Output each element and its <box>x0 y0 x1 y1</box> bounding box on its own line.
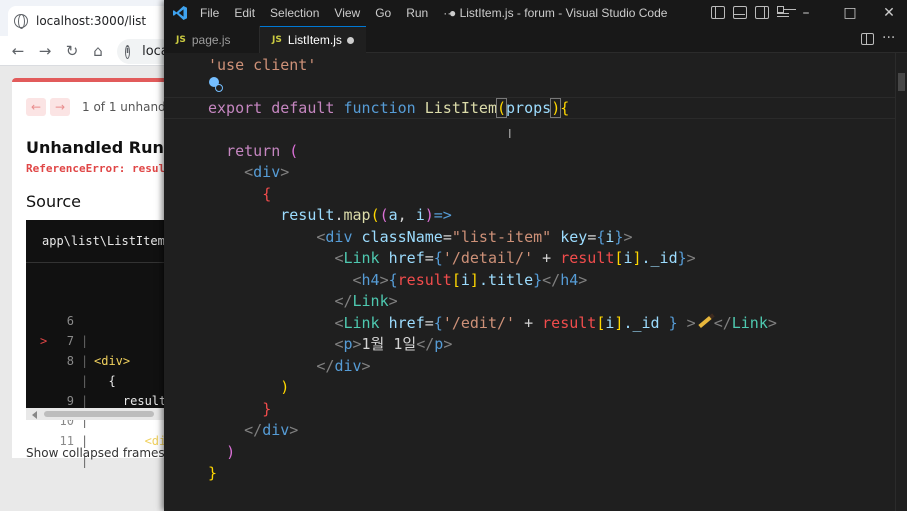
code-line: <h4>{result[i].title}</h4> <box>352 271 588 289</box>
pencil-emoji-icon <box>698 315 712 329</box>
menu-go[interactable]: Go <box>375 6 391 20</box>
toggle-panel-icon[interactable] <box>733 6 747 19</box>
code-line: <p>1월 1일</p> <box>334 335 453 353</box>
error-overlay: ← → 1 of 1 unhandled error Unhandled Run… <box>12 78 170 468</box>
browser-toolbar: ← → ↻ ⌂ i localhost:3000/list <box>0 36 170 66</box>
code-line: <Link href={'/edit/' + result[i]._id } >… <box>334 314 777 332</box>
text-cursor-icon: I <box>508 127 512 141</box>
code-line: <div className="list-item" key={i}> <box>316 228 633 246</box>
home-icon[interactable]: ⌂ <box>89 42 107 60</box>
more-actions-icon[interactable]: ··· <box>882 30 895 46</box>
layout-controls <box>711 6 791 19</box>
source-file-path[interactable]: app\list\ListItem.js (8:7) @ result <box>42 234 170 248</box>
show-collapsed-frames-button[interactable]: Show collapsed frames <box>26 446 165 460</box>
js-file-icon: JS <box>176 34 186 45</box>
code-line: </Link> <box>334 292 398 310</box>
maximize-icon[interactable]: □ <box>840 3 860 23</box>
code-editor[interactable]: I 'use client' export default function L… <box>164 53 907 511</box>
unsaved-dot-icon[interactable] <box>347 37 354 44</box>
menu-edit[interactable]: Edit <box>234 6 255 20</box>
toggle-secondary-sidebar-icon[interactable] <box>755 6 769 19</box>
browser-page: ← → 1 of 1 unhandled error Unhandled Run… <box>0 66 170 511</box>
codeframe-horizontal-scrollbar[interactable] <box>26 408 170 420</box>
error-pagination: ← → <box>26 98 70 116</box>
js-file-icon: JS <box>272 35 282 45</box>
forward-arrow-icon[interactable]: → <box>36 42 54 60</box>
menu-selection[interactable]: Selection <box>270 6 319 20</box>
browser-tab[interactable]: localhost:3000/list <box>8 6 170 36</box>
menu-file[interactable]: File <box>200 6 219 20</box>
tab-label: page.js <box>191 32 231 47</box>
vscode-logo-icon <box>173 6 187 20</box>
customize-layout-icon[interactable] <box>777 6 791 19</box>
codeframe-divider <box>26 262 170 263</box>
tab-page-js[interactable]: JS page.js <box>164 26 260 53</box>
toggle-primary-sidebar-icon[interactable] <box>711 6 725 19</box>
menu-run[interactable]: Run <box>406 6 428 20</box>
globe-icon <box>14 14 28 29</box>
menu-bar: File Edit Selection View Go Run ··· <box>200 0 470 26</box>
error-count: 1 of 1 unhandled error <box>82 100 170 114</box>
minimize-icon[interactable]: – <box>796 3 816 23</box>
codeframe-line-error: > 8 | result.map((a, i)=> <box>26 311 170 408</box>
code-line: 'use client' <box>208 56 317 74</box>
error-title: Unhandled Runtime Error <box>26 138 170 157</box>
browser-tab-title: localhost:3000/list <box>36 14 147 28</box>
code-line: <Link href={'/detail/' + result[i]._id}> <box>334 249 696 267</box>
codeframe-caret-line: | ^ <box>26 331 170 428</box>
prev-error-button[interactable]: ← <box>26 98 46 116</box>
codeframe-line: 10 | <box>26 371 170 448</box>
code-line: export default function ListItem(props){ <box>208 98 570 118</box>
source-heading: Source <box>26 192 81 211</box>
tab-listitem-js[interactable]: JS ListItem.js <box>260 26 366 53</box>
close-icon[interactable]: ✕ <box>879 3 899 23</box>
info-icon[interactable]: i <box>125 44 131 59</box>
code-line: <div> <box>244 163 290 181</box>
code-line: result.map((a, i)=> <box>280 206 452 224</box>
tab-label: ListItem.js <box>287 33 342 47</box>
code-line: return ( <box>226 142 299 160</box>
code-line: } <box>262 400 272 418</box>
code-line: ) <box>280 378 290 396</box>
reload-icon[interactable]: ↻ <box>63 42 81 60</box>
code-line: ) <box>226 443 236 461</box>
vscode-window: File Edit Selection View Go Run ··· ● Li… <box>164 0 907 511</box>
code-line: { <box>262 185 272 203</box>
menu-view[interactable]: View <box>334 6 360 20</box>
editor-tab-bar: JS page.js JS ListItem.js <box>164 26 907 53</box>
code-line: } <box>208 464 218 482</box>
address-bar[interactable]: i localhost:3000/list <box>117 39 170 64</box>
code-line: </div> <box>244 421 299 439</box>
codeframe-line: 9 | <div className="list-item" <box>26 351 170 448</box>
browser-window: localhost:3000/list ← → ↻ ⌂ i localhost:… <box>0 0 170 511</box>
window-title: ● ListItem.js - forum - Visual Studio Co… <box>449 6 668 20</box>
next-error-button[interactable]: → <box>50 98 70 116</box>
error-message: ReferenceError: result is not defined <box>26 162 170 175</box>
back-arrow-icon[interactable]: ← <box>9 42 27 60</box>
editor-vertical-scrollbar[interactable] <box>895 53 907 511</box>
split-editor-icon[interactable] <box>861 33 874 45</box>
browser-tab-strip: localhost:3000/list <box>0 0 170 36</box>
codeframe-line: 6 | <div> <box>26 271 170 368</box>
lightbulb-icon[interactable] <box>209 77 223 92</box>
source-codeframe: app\list\ListItem.js (8:7) @ result 6 | … <box>26 220 170 468</box>
title-bar: File Edit Selection View Go Run ··· ● Li… <box>164 0 907 26</box>
codeframe-line: 7 | { <box>26 291 170 388</box>
code-line: </div> <box>316 357 371 375</box>
